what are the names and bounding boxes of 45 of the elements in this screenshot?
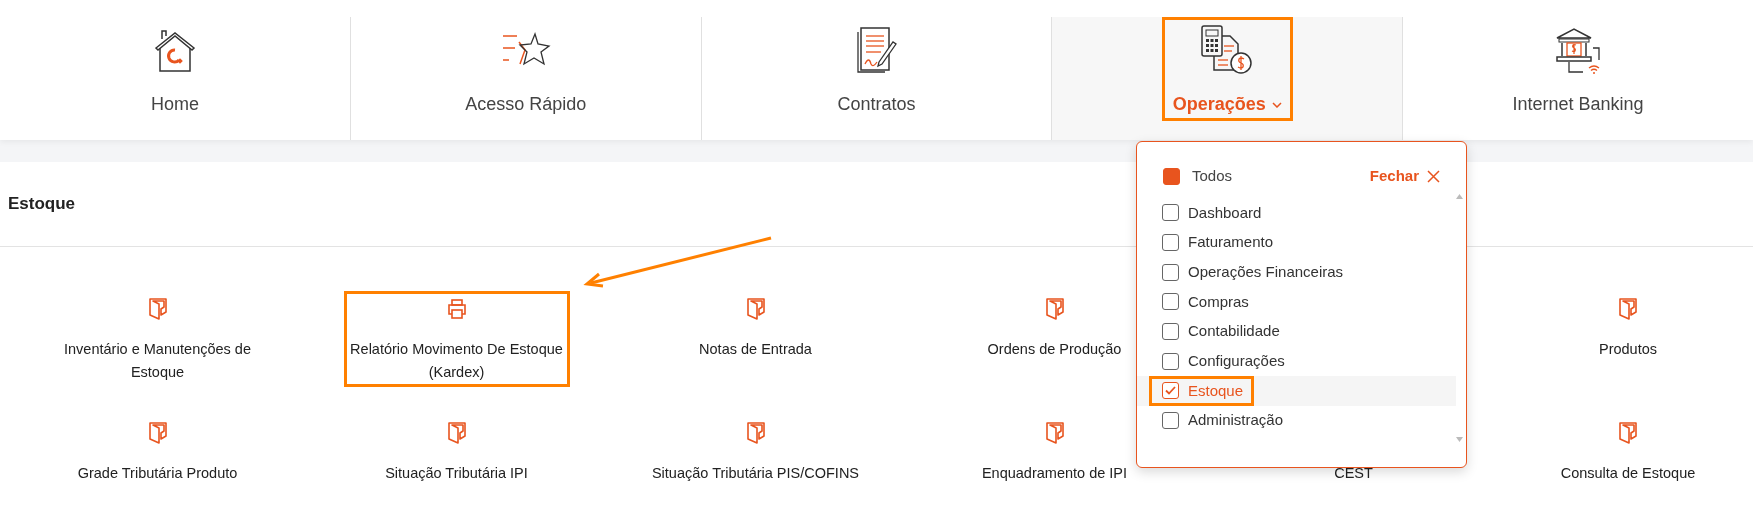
menu-item[interactable]: Situação Tributária PIS/COFINS <box>642 415 869 511</box>
close-icon <box>1427 170 1440 183</box>
nav-tab[interactable]: Home <box>139 17 210 121</box>
nav-tab[interactable]: Acesso Rápido <box>454 17 598 121</box>
scroll-down-icon <box>1456 436 1463 442</box>
menu-item[interactable]: Consulta de Estoque <box>1515 415 1741 511</box>
door-icon <box>746 422 765 444</box>
menu-item[interactable]: Notas de Entrada <box>642 291 869 387</box>
star-icon <box>500 32 551 68</box>
checkbox[interactable] <box>1162 234 1179 252</box>
menu-item[interactable]: Inventário e Manutenções de Estoque <box>44 291 271 387</box>
checkbox[interactable] <box>1162 412 1179 430</box>
door-icon <box>1045 422 1064 444</box>
door-icon <box>447 422 466 444</box>
printer-icon <box>446 299 467 319</box>
option-label: Todos <box>1192 166 1233 187</box>
menu-item[interactable]: Produtos <box>1515 291 1741 387</box>
nav-tab[interactable]: Internet Banking <box>1501 17 1655 121</box>
checkbox[interactable] <box>1162 263 1179 281</box>
checkbox[interactable] <box>1162 323 1179 341</box>
checkbox-option[interactable]: Operações Financeiras <box>1149 257 1355 288</box>
checkbox-option[interactable]: Dashboard <box>1149 197 1273 228</box>
section-title: Estoque <box>8 193 76 216</box>
checkbox-option[interactable]: Faturamento <box>1149 227 1285 258</box>
contract-icon <box>855 26 898 74</box>
check-icon <box>1165 386 1176 396</box>
door-icon <box>1619 298 1637 320</box>
menu-item[interactable]: Relatório Movimento De Estoque (Kardex) <box>343 291 570 387</box>
checkbox[interactable] <box>1163 168 1180 185</box>
chevron-down-icon <box>1271 101 1282 108</box>
door-icon <box>1045 298 1064 320</box>
door-icon <box>746 298 765 320</box>
scroll-up-icon <box>1456 194 1463 199</box>
menu-item[interactable]: Situação Tributária IPI <box>343 415 570 511</box>
menu-item[interactable]: Grade Tributária Produto <box>44 415 271 511</box>
checkbox[interactable] <box>1162 204 1179 222</box>
door-icon <box>148 422 167 444</box>
close-button[interactable]: Fechar <box>1369 165 1440 188</box>
checkbox[interactable] <box>1162 352 1179 370</box>
calculator-invoice-icon <box>1200 24 1255 76</box>
checkbox[interactable] <box>1162 293 1179 311</box>
door-icon <box>148 298 167 320</box>
checkbox[interactable] <box>1162 382 1179 400</box>
door-icon <box>1619 422 1637 444</box>
nav-tab[interactable]: Contratos <box>826 17 927 121</box>
